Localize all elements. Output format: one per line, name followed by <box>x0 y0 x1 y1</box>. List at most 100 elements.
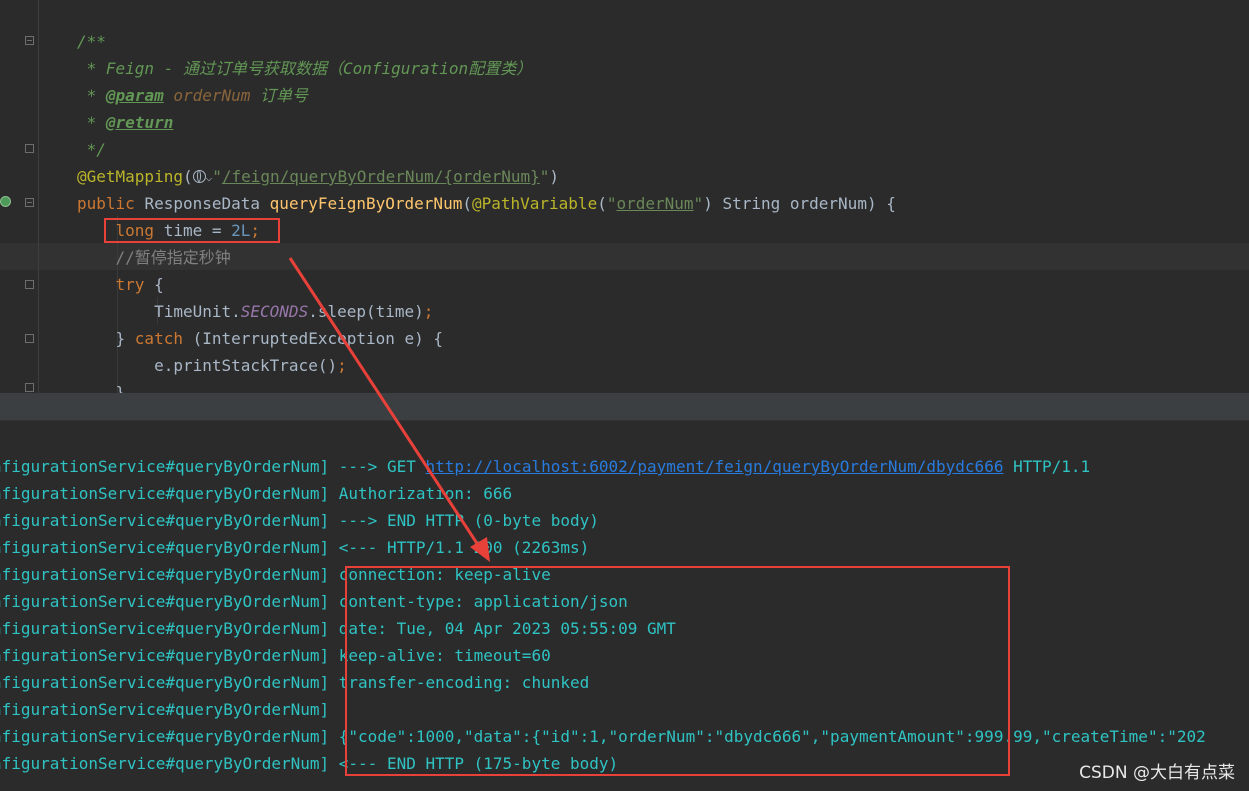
code-line[interactable]: * @param orderNum 订单号 <box>77 82 308 109</box>
code-line[interactable]: */ <box>77 136 106 163</box>
code-token: " <box>693 194 704 213</box>
code-line[interactable]: * @return <box>77 109 174 136</box>
code-token: ResponseData <box>144 194 270 213</box>
fold-icon[interactable] <box>25 280 34 289</box>
log-text: ---> GET <box>338 457 426 476</box>
log-prefix: nfigurationService#queryByOrderNum] <box>0 673 339 692</box>
url-globe-icon[interactable]: ⌵ <box>192 167 212 186</box>
log-text: <--- END HTTP (175-byte body) <box>338 754 619 773</box>
log-text: date: Tue, 04 Apr 2023 05:55:09 GMT <box>338 619 676 638</box>
code-line[interactable]: e.printStackTrace(); <box>77 352 347 379</box>
code-line[interactable]: * Feign - 通过订单号获取数据（Configuration配置类） <box>77 55 533 82</box>
code-token: ( <box>597 194 607 213</box>
code-token: * <box>77 86 106 105</box>
fold-icon[interactable] <box>25 334 34 343</box>
log-prefix: nfigurationService#queryByOrderNum] <box>0 727 339 746</box>
code-token: * <box>77 113 106 132</box>
globe-icon <box>192 170 206 183</box>
log-text: transfer-encoding: chunked <box>338 673 590 692</box>
log-line: nfigurationService#queryByOrderNum] --->… <box>0 453 1090 480</box>
code-token: 2L <box>231 221 251 240</box>
code-token: ( <box>462 194 472 213</box>
fold-icon[interactable] <box>25 198 34 207</box>
code-token: @param <box>105 86 164 105</box>
log-prefix: nfigurationService#queryByOrderNum] <box>0 646 339 665</box>
code-line[interactable]: long time = 2L; <box>77 217 261 244</box>
code-token: orderNum <box>173 86 251 105</box>
fold-icon[interactable] <box>25 36 34 45</box>
log-line: nfigurationService#queryByOrderNum] Auth… <box>0 480 512 507</box>
log-prefix: nfigurationService#queryByOrderNum] <box>0 700 339 719</box>
log-line: nfigurationService#queryByOrderNum] conn… <box>0 561 551 588</box>
log-text: ---> END HTTP (0-byte body) <box>338 511 599 530</box>
code-token: " <box>539 167 550 186</box>
code-line[interactable]: try { <box>77 271 164 298</box>
log-text: connection: keep-alive <box>338 565 551 584</box>
code-line[interactable]: } <box>77 379 126 393</box>
code-line[interactable]: @GetMapping(⌵"/feign/queryByOrderNum/{or… <box>77 163 559 190</box>
log-line: nfigurationService#queryByOrderNum] tran… <box>0 669 589 696</box>
code-token: 订单号 <box>250 86 309 105</box>
log-line: nfigurationService#queryByOrderNum] cont… <box>0 588 628 615</box>
code-token: ; <box>337 356 347 375</box>
fold-icon[interactable] <box>25 383 34 392</box>
log-prefix: nfigurationService#queryByOrderNum] <box>0 538 339 557</box>
code-token: orderNum <box>616 194 694 213</box>
code-token: } <box>77 383 126 393</box>
log-line: nfigurationService#queryByOrderNum] keep… <box>0 642 551 669</box>
log-line: nfigurationService#queryByOrderNum] {"co… <box>0 723 1206 750</box>
code-token: ) <box>549 167 560 186</box>
code-token: ) String orderNum) { <box>703 194 896 213</box>
log-text: {"code":1000,"data":{"id":1,"orderNum":"… <box>338 727 1206 746</box>
tool-window-divider[interactable] <box>0 393 1249 420</box>
console-toolbar <box>0 420 1249 448</box>
code-token: queryFeignByOrderNum <box>269 194 463 213</box>
code-token: e.printStackTrace() <box>77 356 338 375</box>
code-token: { <box>154 275 164 294</box>
log-url-link[interactable]: http://localhost:6002/payment/feign/quer… <box>425 457 1003 476</box>
code-token: .sleep(time) <box>308 302 424 321</box>
console-output[interactable]: nfigurationService#queryByOrderNum] --->… <box>0 448 1249 791</box>
code-token: } <box>77 329 135 348</box>
log-text: content-type: application/json <box>338 592 628 611</box>
code-token: TimeUnit. <box>77 302 241 321</box>
code-line[interactable]: //暂停指定秒钟 <box>77 244 231 271</box>
log-prefix: nfigurationService#queryByOrderNum] <box>0 754 339 773</box>
code-token: " <box>212 167 222 186</box>
code-token: SECONDS <box>240 302 309 321</box>
fold-icon[interactable] <box>25 144 34 153</box>
code-token: (InterruptedException e) { <box>192 329 444 348</box>
code-token: long <box>115 221 164 240</box>
editor-gutter-border <box>38 0 39 393</box>
code-token: */ <box>77 140 106 159</box>
code-token: /feign/queryByOrderNum/{orderNum} <box>221 167 540 186</box>
log-text: keep-alive: timeout=60 <box>338 646 551 665</box>
log-prefix: nfigurationService#queryByOrderNum] <box>0 565 339 584</box>
log-prefix: nfigurationService#queryByOrderNum] <box>0 592 339 611</box>
log-line: nfigurationService#queryByOrderNum] <box>0 696 339 723</box>
log-text: <--- HTTP/1.1 200 (2263ms) <box>338 538 590 557</box>
code-line[interactable]: TimeUnit.SECONDS.sleep(time); <box>77 298 433 325</box>
watermark: CSDN @大白有点菜 <box>1079 763 1235 783</box>
log-prefix: nfigurationService#queryByOrderNum] <box>0 457 339 476</box>
log-line: nfigurationService#queryByOrderNum] <---… <box>0 534 589 561</box>
run-gutter-icon[interactable] <box>0 196 11 207</box>
log-text-suffix: HTTP/1.1 <box>1003 457 1091 476</box>
log-line: nfigurationService#queryByOrderNum] --->… <box>0 507 599 534</box>
code-token: ; <box>423 302 434 321</box>
code-token: time = <box>163 221 232 240</box>
code-token: @PathVariable <box>471 194 598 213</box>
code-editor[interactable]: /** * Feign - 通过订单号获取数据（Configuration配置类… <box>0 0 1249 393</box>
log-prefix: nfigurationService#queryByOrderNum] <box>0 484 339 503</box>
log-prefix: nfigurationService#queryByOrderNum] <box>0 619 339 638</box>
code-line[interactable]: } catch (InterruptedException e) { <box>77 325 444 352</box>
code-line[interactable]: public ResponseData queryFeignByOrderNum… <box>77 190 896 217</box>
code-token: /** <box>77 32 106 51</box>
code-token: try <box>115 275 155 294</box>
log-text: Authorization: 666 <box>338 484 513 503</box>
code-line[interactable]: /** <box>77 28 106 55</box>
